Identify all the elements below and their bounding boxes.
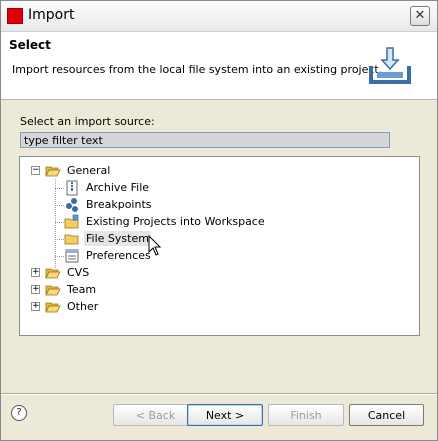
tree-guide — [55, 205, 64, 206]
preferences-icon — [65, 249, 79, 262]
import-dialog: Import ✕ Select Import resources from th… — [0, 0, 438, 441]
import-wizard-icon — [369, 47, 411, 84]
footer-separator — [1, 393, 437, 395]
page-description: Import resources from the local file sys… — [12, 63, 383, 76]
tree-item-team[interactable]: + Team — [31, 281, 98, 298]
import-source-tree: − General Archive File Breakpoints Exist… — [19, 156, 420, 336]
tree-item-file-system[interactable]: File System — [64, 230, 151, 247]
close-button[interactable]: ✕ — [410, 6, 430, 26]
tree-guide — [55, 239, 64, 240]
tree-item-label: Team — [67, 283, 97, 296]
header-banner: Select Import resources from the local f… — [1, 32, 437, 100]
finish-button[interactable]: Finish — [268, 404, 344, 426]
title-bar[interactable]: Import ✕ — [1, 1, 437, 32]
import-source-label: Select an import source: — [20, 115, 155, 128]
tree-item-label: CVS — [67, 266, 90, 279]
open-folder-icon — [45, 166, 61, 176]
tree-item-label: Archive File — [86, 181, 150, 194]
tree-guide — [55, 188, 64, 189]
filter-input[interactable] — [20, 132, 390, 148]
window-title: Import — [28, 7, 75, 23]
app-icon — [7, 8, 23, 24]
tree-item-other[interactable]: + Other — [31, 298, 100, 315]
cancel-button[interactable]: Cancel — [349, 404, 424, 426]
tree-item-preferences[interactable]: Preferences — [64, 247, 153, 264]
archive-file-icon — [66, 180, 78, 195]
help-button[interactable]: ? — [11, 405, 27, 421]
mouse-cursor-icon — [148, 235, 162, 256]
tree-item-label: Breakpoints — [86, 198, 152, 211]
tree-guide — [55, 256, 64, 257]
tree-item-label: Preferences — [86, 249, 151, 262]
breakpoints-icon — [66, 197, 78, 212]
open-folder-icon — [45, 302, 61, 312]
open-folder-icon — [45, 285, 61, 295]
expand-toggle[interactable]: + — [31, 285, 40, 294]
open-folder-icon — [45, 268, 61, 278]
existing-project-icon — [64, 214, 79, 228]
collapse-toggle[interactable]: − — [31, 166, 40, 175]
expand-toggle[interactable]: + — [31, 268, 40, 277]
next-button[interactable]: Next > — [187, 404, 263, 426]
expand-toggle[interactable]: + — [31, 302, 40, 311]
tree-item-label: File System — [84, 231, 151, 246]
tree-item-existing-projects[interactable]: Existing Projects into Workspace — [64, 213, 267, 230]
tree-guide — [55, 222, 64, 223]
tree-item-label: Other — [67, 300, 99, 313]
tree-item-cvs[interactable]: + CVS — [31, 264, 91, 281]
page-title: Select — [9, 38, 51, 52]
tree-guide — [55, 179, 56, 268]
tree-item-archive-file[interactable]: Archive File — [64, 179, 151, 196]
tree-item-general[interactable]: − General — [31, 162, 112, 179]
folder-icon — [64, 234, 79, 244]
tree-item-breakpoints[interactable]: Breakpoints — [64, 196, 154, 213]
tree-item-label: General — [67, 164, 111, 177]
tree-item-label: Existing Projects into Workspace — [86, 215, 265, 228]
back-button[interactable]: < Back — [113, 404, 198, 426]
